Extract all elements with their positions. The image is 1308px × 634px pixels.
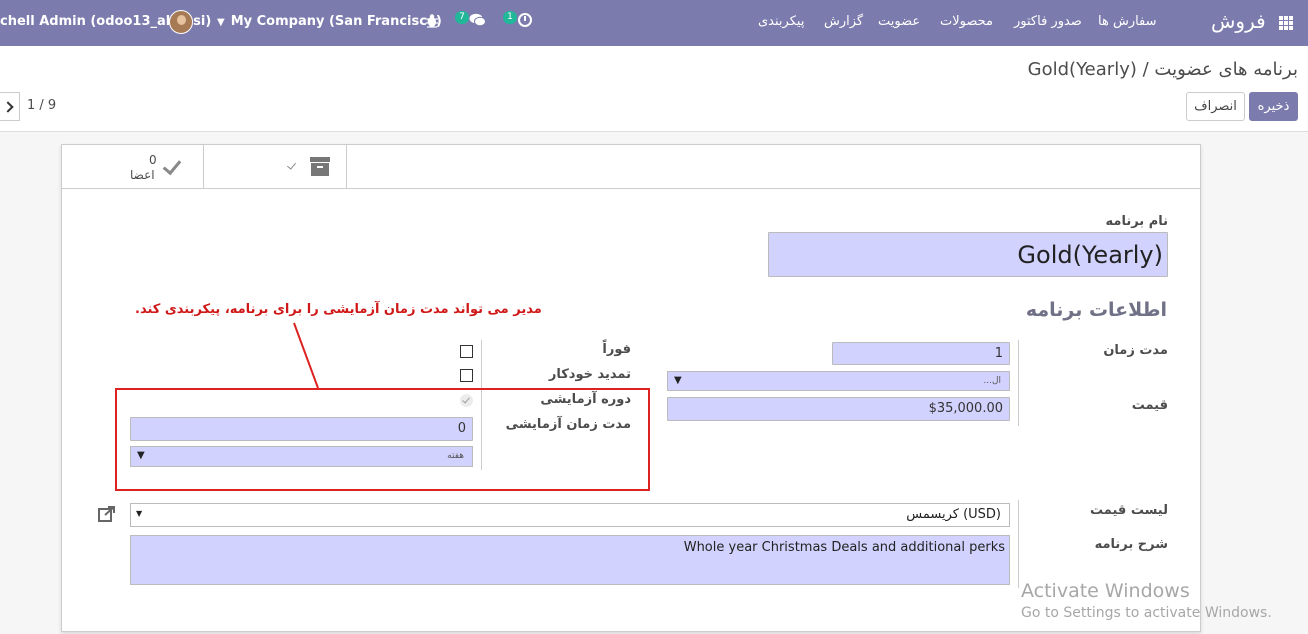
small-check-icon [287,160,296,170]
app-brand[interactable]: فروش [1211,9,1266,33]
auto-renew-label: تمدید خودکار [548,367,631,382]
members-label: اعضا [130,168,155,182]
pager-counter[interactable]: 1 / 9 [27,98,56,113]
price-label: قیمت [1131,398,1168,413]
column-divider [1018,340,1019,426]
description-textarea[interactable]: Whole year Christmas Deals and additiona… [130,535,1010,585]
immediate-label: فوراً [602,342,631,357]
duration-unit-value: ...ال [983,376,1001,386]
archive-toggle-button[interactable] [204,145,347,188]
external-link-icon[interactable] [98,506,116,522]
pricelist-select[interactable]: ▼ کریسمس (USD) [130,503,1010,527]
annotation-highlight-box [115,388,650,491]
pager-next-button[interactable] [0,92,20,121]
menu-orders[interactable]: سفارش ها [1098,14,1157,29]
column-divider [1018,500,1019,588]
breadcrumb: برنامه های عضویت / Gold(Yearly) [1028,59,1298,80]
menu-products[interactable]: محصولات [940,14,993,29]
immediate-checkbox[interactable] [460,345,473,358]
smart-button-box: 0 اعضا [62,145,1200,189]
menu-reporting[interactable]: گزارش [824,14,863,29]
apps-grid-icon[interactable] [1279,16,1293,30]
duration-input[interactable]: 1 [832,342,1010,365]
menu-membership[interactable]: عضویت [878,14,920,29]
messages-count-badge: 7 [455,11,469,24]
pricelist-label: لیست قیمت [1090,503,1168,518]
windows-activation-watermark: Activate Windows [1021,580,1190,602]
breadcrumb-parent-link[interactable]: برنامه های عضویت [1154,59,1298,80]
top-navbar: chell Admin (odoo13_abbasi) ▼ My Company … [0,0,1308,46]
breadcrumb-separator: / [1142,59,1149,80]
pricelist-value: کریسمس (USD) [906,507,1001,522]
user-avatar[interactable] [169,10,193,34]
annotation-text: مدیر می تواند مدت زمان آزمایشی را برای ب… [135,302,542,317]
windows-activation-hint: Go to Settings to activate Windows. [1021,605,1272,621]
members-count: 0 [149,153,157,167]
program-name-input[interactable]: Gold(Yearly) [768,232,1168,277]
auto-renew-checkbox[interactable] [460,369,473,382]
menu-configuration[interactable]: پیکربندی [758,14,804,29]
duration-unit-select[interactable]: ▼ ...ال [667,371,1010,391]
activities-count-badge: 1 [503,11,517,24]
program-name-label: نام برنامه [1105,214,1168,229]
check-icon [162,155,182,176]
section-title: اطلاعات برنامه [1025,299,1167,321]
company-name: My Company (San Francisco) [230,14,442,29]
dropdown-arrow-icon: ▼ [136,509,143,518]
company-switcher[interactable]: ▼ My Company (San Francisco) [217,14,442,29]
members-stat-button[interactable]: 0 اعضا [62,145,204,188]
discard-button[interactable]: انصراف [1186,92,1245,121]
chat-bubbles-icon [469,13,486,27]
description-label: شرح برنامه [1094,537,1168,552]
clock-icon [518,13,532,27]
debug-bug-icon[interactable] [425,13,439,29]
archive-box-icon [310,157,330,176]
menu-invoicing[interactable]: صدور فاکتور [1014,14,1082,29]
caret-down-icon: ▼ [217,17,225,28]
price-input[interactable]: $35,000.00 [667,397,1010,421]
dropdown-arrow-icon: ▼ [674,375,682,386]
duration-label: مدت زمان [1103,343,1168,358]
save-button[interactable]: ذخیره [1249,92,1298,121]
breadcrumb-current: Gold(Yearly) [1027,59,1137,80]
